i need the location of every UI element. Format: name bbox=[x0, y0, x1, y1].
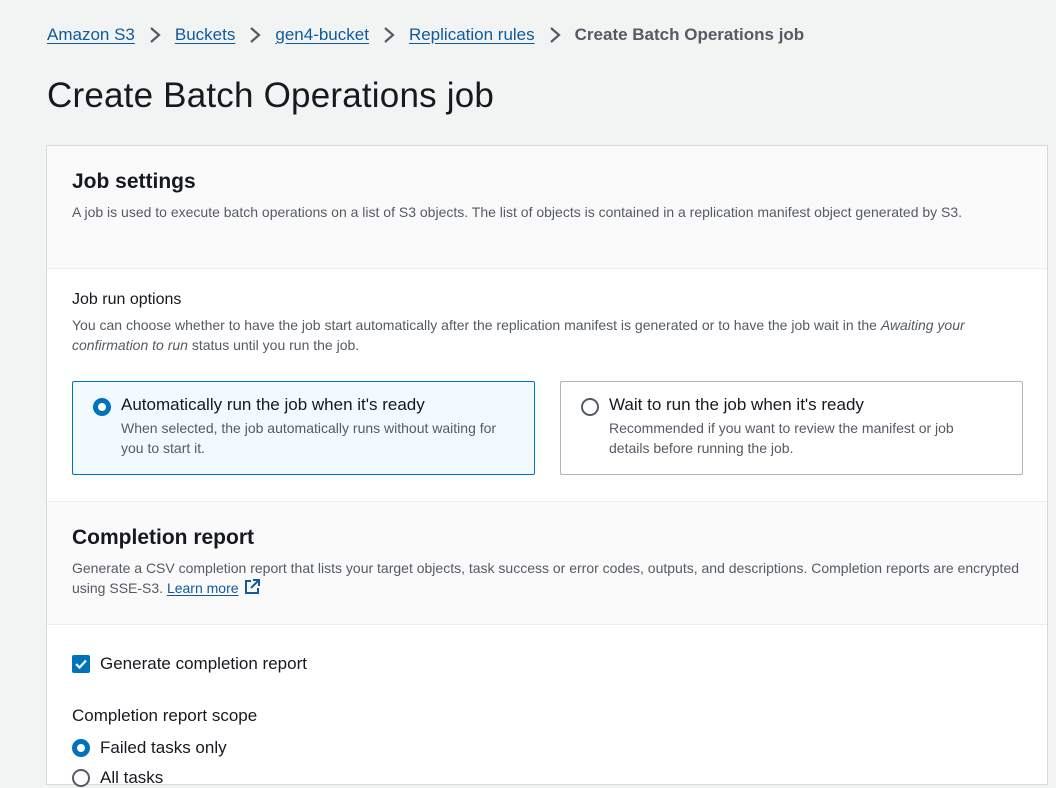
generate-report-label: Generate completion report bbox=[100, 654, 307, 673]
chevron-right-icon bbox=[235, 22, 275, 48]
description-text: You can choose whether to have the job s… bbox=[72, 317, 877, 333]
chevron-right-icon bbox=[135, 22, 175, 48]
report-scope-label: Completion report scope bbox=[72, 706, 258, 725]
job-form-panel: Job settings A job is used to execute ba… bbox=[46, 145, 1048, 788]
external-link-icon[interactable] bbox=[243, 578, 261, 601]
scope-all-radio[interactable] bbox=[72, 769, 90, 787]
breadcrumb: Amazon S3 Buckets gen4-bucket Replicatio… bbox=[47, 22, 804, 48]
scope-option-all[interactable]: All tasks bbox=[72, 768, 163, 788]
generate-report-row[interactable]: Generate completion report bbox=[72, 654, 307, 674]
job-settings-heading: Job settings bbox=[72, 170, 196, 193]
wait-run-radio[interactable] bbox=[581, 398, 599, 416]
breadcrumb-amazon-s3[interactable]: Amazon S3 bbox=[47, 25, 135, 45]
generate-report-checkbox[interactable] bbox=[72, 655, 90, 673]
chevron-right-icon bbox=[369, 22, 409, 48]
auto-run-option-title: Automatically run the job when it's read… bbox=[121, 395, 425, 414]
scope-failed-label: Failed tasks only bbox=[100, 738, 227, 757]
checkmark-icon bbox=[75, 659, 87, 670]
wait-run-option-description: Recommended if you want to review the ma… bbox=[609, 420, 954, 456]
scope-option-failed[interactable]: Failed tasks only bbox=[72, 738, 227, 758]
auto-run-option-tile[interactable]: Automatically run the job when it's read… bbox=[72, 381, 535, 475]
job-run-options-description: You can choose whether to have the job s… bbox=[72, 315, 1022, 355]
chevron-right-icon bbox=[535, 22, 575, 48]
breadcrumb-current: Create Batch Operations job bbox=[574, 25, 805, 44]
completion-report-heading: Completion report bbox=[72, 526, 254, 549]
job-run-options-label: Job run options bbox=[72, 291, 182, 308]
auto-run-radio[interactable] bbox=[93, 398, 111, 416]
scope-all-label: All tasks bbox=[100, 768, 164, 787]
scope-failed-radio[interactable] bbox=[72, 739, 90, 757]
page-title: Create Batch Operations job bbox=[47, 76, 495, 115]
job-settings-description: A job is used to execute batch operation… bbox=[72, 204, 963, 220]
job-settings-header: Job settings A job is used to execute ba… bbox=[47, 146, 1047, 269]
auto-run-option-description: When selected, the job automatically run… bbox=[121, 420, 497, 456]
description-text: status until you run the job. bbox=[191, 337, 360, 353]
breadcrumb-bucket-name[interactable]: gen4-bucket bbox=[275, 25, 369, 45]
learn-more-link[interactable]: Learn more bbox=[167, 580, 239, 596]
breadcrumb-replication-rules[interactable]: Replication rules bbox=[409, 25, 535, 45]
completion-report-header: Completion report Generate a CSV complet… bbox=[47, 501, 1047, 625]
completion-report-description: Generate a CSV completion report that li… bbox=[72, 558, 1022, 601]
wait-run-option-title: Wait to run the job when it's ready bbox=[609, 395, 864, 414]
wait-run-option-tile[interactable]: Wait to run the job when it's ready Reco… bbox=[560, 381, 1023, 475]
breadcrumb-buckets[interactable]: Buckets bbox=[175, 25, 235, 45]
job-run-options: Job run options You can choose whether t… bbox=[47, 269, 1047, 501]
